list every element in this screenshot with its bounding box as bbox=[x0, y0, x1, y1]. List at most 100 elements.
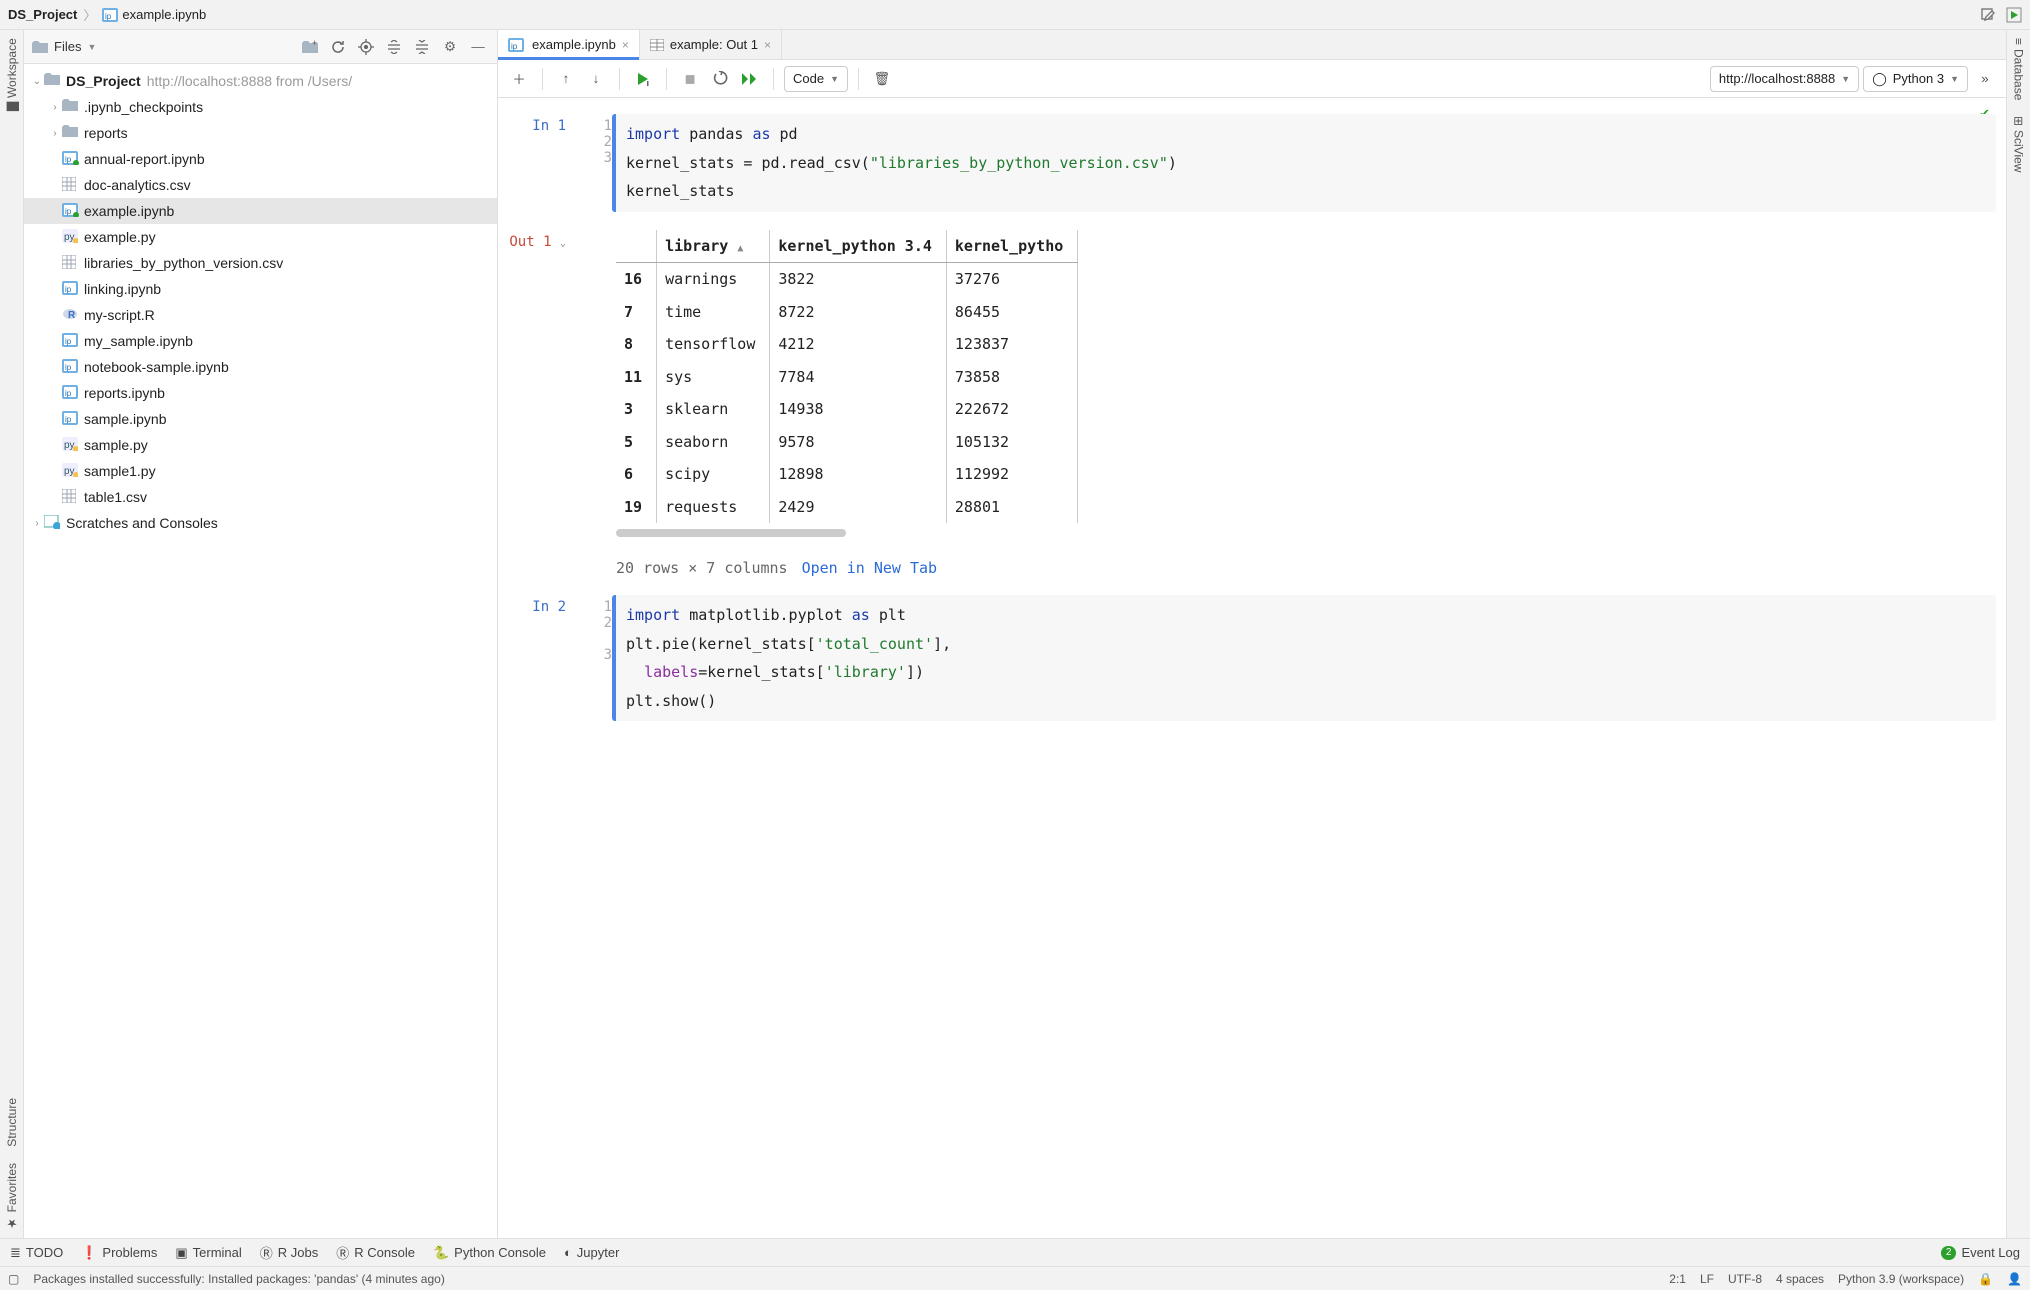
sidebar-view-selector[interactable]: Files bbox=[54, 39, 81, 54]
move-up-button[interactable]: ↑ bbox=[553, 66, 579, 92]
tool-tab-database[interactable]: ≡Database bbox=[2012, 38, 2026, 100]
nb-icon: ip bbox=[62, 411, 80, 427]
move-down-button[interactable]: ↓ bbox=[583, 66, 609, 92]
tree-item[interactable]: ipexample.ipynb bbox=[24, 198, 497, 224]
close-icon[interactable]: × bbox=[764, 38, 771, 52]
hide-button[interactable]: — bbox=[467, 36, 489, 58]
kernel-select[interactable]: ◯Python 3▼ bbox=[1863, 66, 1968, 92]
tree-item[interactable]: ipmy_sample.ipynb bbox=[24, 328, 497, 354]
project-tree[interactable]: ⌄DS_Projecthttp://localhost:8888 from /U… bbox=[24, 64, 497, 1238]
bottom-tool-tabs: ≣TODO ❗Problems ▣Terminal ⓇR Jobs ⓇR Con… bbox=[0, 1238, 2030, 1266]
collapse-all-button[interactable] bbox=[411, 36, 433, 58]
tree-item[interactable]: ipannual-report.ipynb bbox=[24, 146, 497, 172]
tree-item[interactable]: pysample.py bbox=[24, 432, 497, 458]
column-header[interactable]: library ▲ bbox=[657, 230, 770, 263]
tool-tab-python-console[interactable]: 🐍Python Console bbox=[433, 1245, 546, 1261]
tree-item[interactable]: iplinking.ipynb bbox=[24, 276, 497, 302]
run-cell-button[interactable] bbox=[630, 66, 656, 92]
close-icon[interactable]: × bbox=[622, 38, 629, 52]
breadcrumb-file[interactable]: example.ipynb bbox=[122, 7, 206, 22]
delete-cell-button[interactable]: 🗑 bbox=[869, 66, 895, 92]
settings-button[interactable]: ⚙ bbox=[439, 36, 461, 58]
code-editor[interactable]: import matplotlib.pyplot as pltplt.pie(k… bbox=[612, 595, 1996, 721]
expand-arrow-icon[interactable]: › bbox=[48, 102, 62, 113]
tree-scratches[interactable]: ›Scratches and Consoles bbox=[24, 510, 497, 536]
tree-item[interactable]: Rmy-script.R bbox=[24, 302, 497, 328]
table-row[interactable]: 5seaborn9578105132 bbox=[616, 426, 1078, 459]
chevron-down-icon[interactable]: ▼ bbox=[87, 42, 96, 52]
editor-area: ipexample.ipynb×example: Out 1× ＋ ↑ ↓ ◼ … bbox=[498, 30, 2006, 1238]
add-cell-button[interactable]: ＋ bbox=[506, 66, 532, 92]
tree-item[interactable]: pysample1.py bbox=[24, 458, 497, 484]
indent-setting[interactable]: 4 spaces bbox=[1776, 1272, 1824, 1286]
expand-arrow-icon[interactable]: › bbox=[48, 128, 62, 139]
interpreter-setting[interactable]: Python 3.9 (workspace) bbox=[1838, 1272, 1964, 1286]
table-row[interactable]: 6scipy12898112992 bbox=[616, 458, 1078, 491]
table-row[interactable]: 8tensorflow4212123837 bbox=[616, 328, 1078, 361]
tool-tab-rjobs[interactable]: ⓇR Jobs bbox=[260, 1243, 318, 1262]
editor-tab[interactable]: example: Out 1× bbox=[640, 30, 782, 59]
expand-all-button[interactable] bbox=[383, 36, 405, 58]
tree-item[interactable]: ›.ipynb_checkpoints bbox=[24, 94, 497, 120]
tool-tab-sciview[interactable]: ⊞SciView bbox=[2012, 116, 2026, 173]
file-encoding[interactable]: UTF-8 bbox=[1728, 1272, 1762, 1286]
code-cell[interactable]: In 1 123 import pandas as pdkernel_stats… bbox=[508, 114, 1996, 212]
column-header[interactable]: kernel_python 3.4 bbox=[770, 230, 947, 263]
table-row[interactable]: 16warnings382237276 bbox=[616, 263, 1078, 296]
tree-root[interactable]: ⌄DS_Projecthttp://localhost:8888 from /U… bbox=[24, 68, 497, 94]
notebook-view[interactable]: ✔ In 1 123 import pandas as pdkernel_sta… bbox=[498, 98, 2006, 1238]
gear-icon: ⚙ bbox=[444, 39, 456, 55]
column-header[interactable]: kernel_pytho bbox=[946, 230, 1077, 263]
tool-tab-favorites[interactable]: ★Favorites bbox=[5, 1163, 19, 1230]
tool-tab-terminal[interactable]: ▣Terminal bbox=[175, 1245, 241, 1261]
editor-tab[interactable]: ipexample.ipynb× bbox=[498, 30, 640, 59]
ide-settings-icon[interactable]: 👤 bbox=[2007, 1272, 2022, 1286]
table-row[interactable]: 19requests242928801 bbox=[616, 491, 1078, 524]
lock-icon[interactable]: 🔒 bbox=[1978, 1272, 1993, 1286]
code-cell[interactable]: In 2 12 3 import matplotlib.pyplot as pl… bbox=[508, 595, 1996, 721]
line-separator[interactable]: LF bbox=[1700, 1272, 1714, 1286]
restart-button[interactable] bbox=[707, 66, 733, 92]
column-header[interactable] bbox=[616, 230, 657, 263]
tool-tab-workspace[interactable]: ▇Workspace bbox=[5, 38, 19, 111]
server-select[interactable]: http://localhost:8888▼ bbox=[1710, 66, 1859, 92]
run-all-button[interactable] bbox=[737, 66, 763, 92]
run-target-icon[interactable] bbox=[2006, 7, 2022, 23]
svg-text:py: py bbox=[64, 232, 75, 243]
code-editor[interactable]: import pandas as pdkernel_stats = pd.rea… bbox=[612, 114, 1996, 212]
reload-button[interactable] bbox=[327, 36, 349, 58]
tool-tab-problems[interactable]: ❗Problems bbox=[81, 1245, 157, 1261]
cell-type-select[interactable]: Code▼ bbox=[784, 66, 848, 92]
tree-item[interactable]: pyexample.py bbox=[24, 224, 497, 250]
interrupt-button[interactable]: ◼ bbox=[677, 66, 703, 92]
table-row[interactable]: 11sys778473858 bbox=[616, 361, 1078, 394]
tree-item[interactable]: table1.csv bbox=[24, 484, 497, 510]
horizontal-scrollbar[interactable] bbox=[616, 529, 846, 537]
py-icon: py bbox=[62, 229, 80, 245]
tool-tab-todo[interactable]: ≣TODO bbox=[10, 1245, 63, 1261]
folder-icon bbox=[62, 125, 80, 141]
edit-icon[interactable] bbox=[1980, 7, 1996, 23]
tool-tab-rconsole[interactable]: ⓇR Console bbox=[336, 1243, 415, 1262]
chevron-down-icon[interactable]: ⌄ bbox=[560, 238, 566, 249]
tree-item[interactable]: doc-analytics.csv bbox=[24, 172, 497, 198]
tool-tab-structure[interactable]: Structure bbox=[5, 1098, 19, 1147]
jupyter-icon: ◐ bbox=[564, 1245, 572, 1260]
open-in-new-tab-link[interactable]: Open in New Tab bbox=[802, 559, 937, 577]
more-button[interactable]: » bbox=[1972, 66, 1998, 92]
tree-item[interactable]: ›reports bbox=[24, 120, 497, 146]
breadcrumb-project[interactable]: DS_Project bbox=[8, 7, 77, 22]
tree-item[interactable]: ipnotebook-sample.ipynb bbox=[24, 354, 497, 380]
dataframe-table[interactable]: library ▲kernel_python 3.4kernel_pytho16… bbox=[616, 230, 1078, 524]
locate-button[interactable] bbox=[355, 36, 377, 58]
tool-windows-icon[interactable]: ▢ bbox=[8, 1272, 19, 1286]
caret-position[interactable]: 2:1 bbox=[1669, 1272, 1686, 1286]
tree-item[interactable]: ipreports.ipynb bbox=[24, 380, 497, 406]
tree-item[interactable]: ipsample.ipynb bbox=[24, 406, 497, 432]
event-log-button[interactable]: 2Event Log bbox=[1941, 1245, 2020, 1260]
tree-item[interactable]: libraries_by_python_version.csv bbox=[24, 250, 497, 276]
table-row[interactable]: 7time872286455 bbox=[616, 296, 1078, 329]
tool-tab-jupyter[interactable]: ◐Jupyter bbox=[564, 1245, 620, 1260]
new-folder-button[interactable]: + bbox=[299, 36, 321, 58]
table-row[interactable]: 3sklearn14938222672 bbox=[616, 393, 1078, 426]
